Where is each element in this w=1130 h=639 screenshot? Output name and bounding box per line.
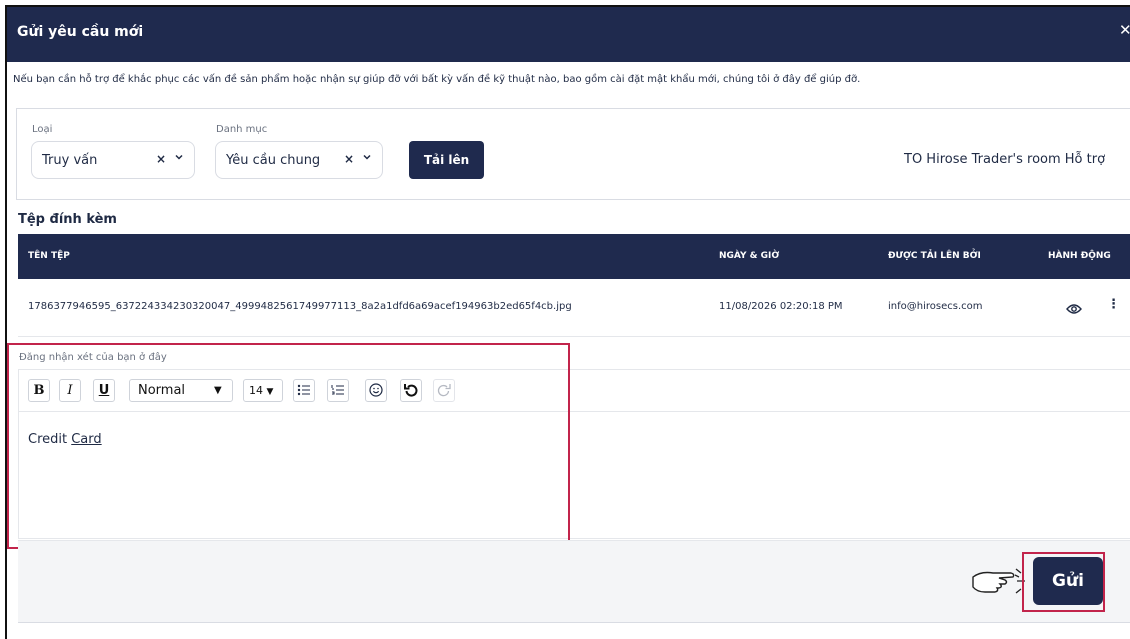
type-value: Truy vấn bbox=[42, 153, 98, 168]
table-row: 1786377946595_637224334230320047_4999482… bbox=[18, 279, 1130, 337]
upload-button[interactable]: Tải lên bbox=[409, 141, 484, 179]
category-value: Yêu cầu chung bbox=[226, 153, 321, 168]
chevron-down-icon[interactable] bbox=[362, 152, 372, 165]
chevron-down-icon[interactable] bbox=[174, 152, 184, 165]
close-icon[interactable]: ✕ bbox=[1119, 21, 1130, 39]
dialog-footer bbox=[18, 540, 1130, 623]
file-name-cell: 1786377946595_637224334230320047_4999482… bbox=[28, 301, 572, 312]
trader-room-text: TO Hirose Trader's room Hỗ trợ bbox=[904, 152, 1106, 167]
column-header-file: TÊN TỆP bbox=[28, 251, 70, 261]
intro-text: Nếu bạn cần hỗ trợ để khắc phục các vấn … bbox=[13, 74, 861, 85]
request-dialog: Gửi yêu cầu mới ✕ Nếu bạn cần hỗ trợ để … bbox=[5, 5, 1130, 639]
clear-type-icon[interactable]: × bbox=[156, 152, 166, 166]
attachments-table-header: TÊN TỆP NGÀY & GIỜ ĐƯỢC TẢI LÊN BỞI HÀNH… bbox=[18, 234, 1130, 279]
dialog-title: Gửi yêu cầu mới bbox=[17, 24, 144, 40]
attachments-heading: Tệp đính kèm bbox=[18, 212, 117, 227]
clear-category-icon[interactable]: × bbox=[344, 152, 354, 166]
more-options-icon[interactable]: ⋮ bbox=[1107, 297, 1120, 312]
column-header-actions: HÀNH ĐỘNG bbox=[1048, 251, 1111, 261]
filter-panel: Loại Truy vấn × Danh mục Yêu cầu chung ×… bbox=[16, 108, 1130, 200]
datetime-cell: 11/08/2026 02:20:18 PM bbox=[719, 301, 843, 312]
column-header-datetime: NGÀY & GIỜ bbox=[719, 251, 780, 261]
type-select[interactable]: Truy vấn × bbox=[31, 141, 195, 179]
dialog-header: Gửi yêu cầu mới ✕ bbox=[7, 7, 1130, 62]
eye-icon[interactable] bbox=[1066, 300, 1082, 314]
send-button[interactable]: Gửi bbox=[1033, 557, 1103, 605]
type-label: Loại bbox=[32, 124, 53, 135]
uploader-cell: info@hirosecs.com bbox=[888, 301, 983, 312]
pointing-hand-icon bbox=[969, 563, 1029, 601]
comment-highlight-frame bbox=[7, 343, 570, 549]
column-header-uploader: ĐƯỢC TẢI LÊN BỞI bbox=[888, 251, 981, 261]
category-select[interactable]: Yêu cầu chung × bbox=[215, 141, 383, 179]
category-label: Danh mục bbox=[216, 124, 268, 135]
